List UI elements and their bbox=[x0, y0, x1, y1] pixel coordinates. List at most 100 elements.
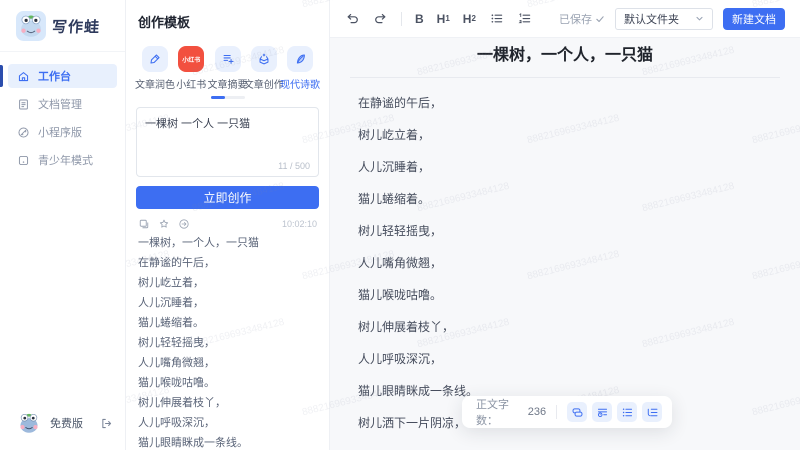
summary-icon bbox=[214, 46, 241, 72]
editor-footer-pill: 正文字数： 236 bbox=[462, 396, 672, 428]
pen-icon bbox=[142, 46, 168, 72]
frog-logo-icon bbox=[16, 11, 46, 41]
tab-modern-poem[interactable]: 现代诗歌 bbox=[280, 46, 320, 91]
editor-area: B H1 H2 已保存 默认文件夹 新建文档 一棵树，一个人，一只猫 在静谧的午… bbox=[330, 0, 800, 450]
app-window: 写作蛙 工作台 文档管理 小程序版 青少年模式 免费版 创作模板 文章润色 小红… bbox=[0, 0, 800, 450]
sidebar-item-docs[interactable]: 文档管理 bbox=[8, 92, 117, 116]
result-line: 在静谧的午后， bbox=[138, 257, 215, 269]
poem-line[interactable]: 树儿伸展着枝丫， bbox=[358, 321, 772, 333]
result-line: 树儿伸展着枝丫， bbox=[138, 397, 226, 409]
document-icon bbox=[19, 99, 28, 109]
prompt-input[interactable]: 一棵树 一个人 一只猫 11 / 500 bbox=[136, 107, 319, 177]
editor-toolbar: B H1 H2 已保存 默认文件夹 新建文档 bbox=[330, 0, 800, 38]
chevron-down-icon bbox=[696, 16, 703, 21]
document-body: 在静谧的午后， 树儿屹立着， 人儿沉睡着， 猫儿蜷缩着。 树儿轻轻摇曳， 人儿嘴角微翘， 猫… bbox=[358, 97, 772, 429]
result-line: 猫儿蜷缩着。 bbox=[138, 317, 204, 329]
logo-text: 写作蛙 bbox=[51, 18, 101, 36]
tab-polish[interactable]: 文章润色 bbox=[135, 46, 175, 91]
generation-result: 10:02:10 一棵树，一个人，一只猫 在静谧的午后， 树儿屹立着， 人儿沉睡着， 猫… bbox=[136, 216, 319, 450]
tab-label: 小红书 bbox=[176, 80, 207, 91]
xiaohongshu-icon: 小红书 bbox=[178, 46, 205, 72]
sidebar: 写作蛙 工作台 文档管理 小程序版 青少年模式 免费版 bbox=[0, 0, 126, 450]
prompt-input-value: 一棵树 一个人 一只猫 bbox=[145, 118, 251, 130]
sidebar-menu: 工作台 文档管理 小程序版 青少年模式 bbox=[0, 52, 125, 400]
sidebar-item-label: 小程序版 bbox=[38, 127, 82, 139]
tab-label: 文章摘要 bbox=[207, 80, 248, 91]
youth-mode-icon bbox=[18, 155, 29, 165]
logout-icon[interactable] bbox=[100, 417, 113, 430]
app-logo: 写作蛙 bbox=[0, 0, 125, 52]
result-text: 一棵树，一个人，一只猫 在静谧的午后， 树儿屹立着， 人儿沉睡着， 猫儿蜷缩着。 树儿轻轻… bbox=[136, 237, 319, 450]
result-line: 人儿嘴角微翘， bbox=[138, 357, 215, 369]
pill-actions bbox=[567, 402, 662, 422]
result-line: 人儿沉睡着， bbox=[138, 297, 204, 309]
save-status: 已保存 bbox=[559, 11, 605, 27]
tab-label: 文章创作 bbox=[243, 80, 284, 91]
tab-scrollbar-thumb[interactable] bbox=[210, 96, 225, 99]
miniprogram-icon bbox=[18, 126, 29, 138]
typesetting-icon[interactable] bbox=[592, 402, 612, 422]
poem-icon bbox=[287, 46, 313, 72]
poem-line[interactable]: 人儿呼吸深沉， bbox=[358, 353, 772, 365]
sidebar-item-label: 工作台 bbox=[38, 71, 71, 83]
sidebar-item-label: 文档管理 bbox=[38, 99, 82, 111]
result-line: 树儿轻轻摇曳， bbox=[138, 337, 215, 349]
pill-divider bbox=[556, 405, 557, 419]
sidebar-item-workbench[interactable]: 工作台 bbox=[0, 64, 117, 88]
indent-format-icon[interactable] bbox=[642, 402, 662, 422]
new-document-button[interactable]: 新建文档 bbox=[723, 7, 785, 30]
check-icon bbox=[596, 15, 604, 22]
poem-line[interactable]: 人儿嘴角微翘， bbox=[358, 257, 772, 269]
poem-line[interactable]: 猫儿蜷缩着。 bbox=[358, 193, 772, 205]
poem-line[interactable]: 树儿轻轻摇曳， bbox=[358, 225, 772, 237]
panel-title: 创作模板 bbox=[138, 15, 191, 30]
toolbar-divider bbox=[401, 11, 402, 26]
char-counter: 11 / 500 bbox=[278, 161, 310, 171]
folder-dropdown[interactable]: 默认文件夹 bbox=[615, 7, 713, 30]
template-panel: 创作模板 文章润色 小红书 小红书 文章摘要 文章创作 现代诗歌 一棵树 一个人… bbox=[126, 0, 330, 450]
toolbar-right: 已保存 默认文件夹 新建文档 bbox=[559, 7, 785, 30]
poem-line[interactable]: 树儿屹立着， bbox=[358, 129, 772, 141]
heading1-icon[interactable]: H1 bbox=[437, 12, 450, 26]
poem-line[interactable]: 猫儿喉咙咕噜。 bbox=[358, 289, 772, 301]
result-line: 猫儿喉咙咕噜。 bbox=[138, 377, 215, 389]
create-icon bbox=[250, 46, 277, 72]
star-icon[interactable] bbox=[158, 218, 170, 230]
result-line: 人儿呼吸深沉， bbox=[138, 417, 215, 429]
tab-label: 现代诗歌 bbox=[280, 80, 320, 91]
bold-icon[interactable]: B bbox=[415, 12, 424, 26]
result-actions: 10:02:10 bbox=[136, 216, 319, 237]
template-tabs: 文章润色 小红书 小红书 文章摘要 文章创作 现代诗歌 bbox=[135, 46, 320, 91]
document-canvas[interactable]: 一棵树，一个人，一只猫 在静谧的午后， 树儿屹立着， 人儿沉睡着， 猫儿蜷缩着。 树儿轻… bbox=[330, 38, 800, 450]
tab-create[interactable]: 文章创作 bbox=[243, 46, 284, 91]
tab-label: 文章润色 bbox=[135, 80, 175, 91]
copy-icon[interactable] bbox=[138, 218, 150, 230]
generate-button[interactable]: 立即创作 bbox=[136, 186, 319, 209]
tab-scrollbar[interactable] bbox=[210, 96, 245, 99]
result-line: 猫儿眼睛眯成一条线。 bbox=[138, 437, 248, 449]
sidebar-item-miniprogram[interactable]: 小程序版 bbox=[8, 120, 117, 144]
heading2-icon[interactable]: H2 bbox=[463, 12, 476, 26]
home-icon bbox=[18, 71, 29, 81]
tab-summary[interactable]: 文章摘要 bbox=[207, 46, 248, 91]
tab-xiaohongshu[interactable]: 小红书 小红书 bbox=[174, 46, 208, 91]
title-divider bbox=[350, 77, 780, 78]
sidebar-footer: 免费版 bbox=[0, 400, 125, 450]
redo-icon[interactable] bbox=[373, 11, 388, 26]
poem-line[interactable]: 人儿沉睡着， bbox=[358, 161, 772, 173]
insert-arrow-icon[interactable] bbox=[178, 218, 190, 230]
bullet-list-icon[interactable] bbox=[489, 11, 504, 26]
bullet-format-icon[interactable] bbox=[617, 402, 637, 422]
word-count-label: 正文字数： bbox=[476, 399, 509, 427]
result-timestamp: 10:02:10 bbox=[281, 219, 317, 229]
undo-icon[interactable] bbox=[345, 11, 360, 26]
user-avatar[interactable] bbox=[16, 410, 42, 436]
ordered-list-icon[interactable] bbox=[517, 11, 532, 26]
document-title[interactable]: 一棵树，一个人，一只猫 bbox=[358, 46, 772, 65]
result-line: 一棵树，一个人，一只猫 bbox=[138, 237, 259, 249]
sidebar-item-youth-mode[interactable]: 青少年模式 bbox=[8, 148, 117, 172]
poem-line[interactable]: 在静谧的午后， bbox=[358, 97, 772, 109]
word-count-value: 236 bbox=[527, 406, 547, 418]
merge-paragraphs-icon[interactable] bbox=[567, 402, 587, 422]
result-line: 树儿屹立着， bbox=[138, 277, 204, 289]
